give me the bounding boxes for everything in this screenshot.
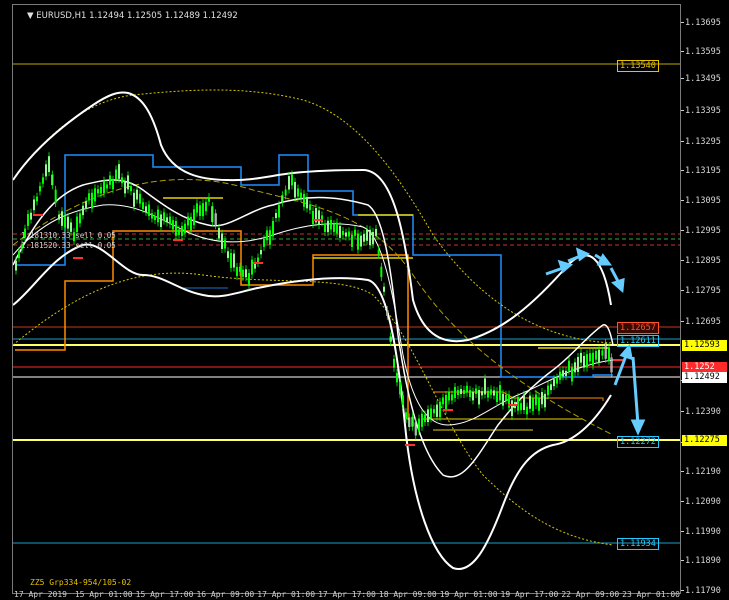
price-axis-tick — [681, 110, 684, 111]
price-axis-label: 1.13695 — [685, 18, 721, 28]
price-axis-label: 1.11890 — [685, 556, 721, 566]
price-axis-label: 1.12390 — [685, 407, 721, 417]
indicator-footer-note: ZZ5 Grp334-954/105-02 — [30, 578, 132, 587]
time-axis-label: 17 Apr 01:00 — [257, 590, 316, 599]
price-axis-tick — [681, 22, 684, 23]
level-tag-112657: 1.12657 — [617, 322, 659, 334]
price-axis-label: 1.13095 — [685, 196, 721, 206]
price-axis[interactable]: 1.13695 1.13595 1.13495 1.13395 1.13295 1.131… — [681, 4, 729, 596]
time-axis-label: 19 Apr 17:00 — [500, 590, 559, 599]
ohlc-values: 1.12494 1.12505 1.12489 1.12492 — [89, 11, 238, 21]
time-axis-label: 15 Apr 01:00 — [74, 590, 133, 599]
price-axis-label: 1.12795 — [685, 286, 721, 296]
price-axis-tick — [681, 141, 684, 142]
price-axis-label: 1.12695 — [685, 317, 721, 327]
order-note-1: 1.181310.33 sell 0.05 — [21, 231, 116, 240]
time-axis-label: 17 Apr 2019 — [14, 590, 67, 599]
chart-header: ▼ EURUSD,H1 1.12494 1.12505 1.12489 1.12… — [27, 11, 238, 21]
price-axis-tick — [681, 290, 684, 291]
price-tag: 1.12275 — [682, 435, 727, 446]
price-axis-label: 1.12895 — [685, 256, 721, 266]
price-axis-tick — [681, 321, 684, 322]
time-axis-label: 23 Apr 01:00 — [622, 590, 680, 599]
level-tag-112272: 1.12272 — [617, 436, 659, 448]
price-axis-tick — [681, 471, 684, 472]
chart-area[interactable]: ▼ EURUSD,H1 1.12494 1.12505 1.12489 1.12… — [12, 4, 681, 594]
time-axis-label: 18 Apr 09:00 — [378, 590, 437, 599]
price-axis-label: 1.13495 — [685, 74, 721, 84]
time-axis-label: 16 Apr 09:00 — [196, 590, 255, 599]
time-axis-label: 15 Apr 17:00 — [135, 590, 194, 599]
time-axis-label: 19 Apr 01:00 — [439, 590, 498, 599]
price-axis-tick — [681, 170, 684, 171]
symbol-label: EURUSD,H1 — [36, 11, 87, 21]
price-axis-label: 1.13595 — [685, 47, 721, 57]
time-axis-label: 17 Apr 17:00 — [318, 590, 376, 599]
chart-canvas[interactable] — [13, 5, 681, 594]
orange-channel — [15, 230, 409, 420]
price-tag: 1.12492 — [682, 372, 727, 383]
level-tag-113540: 1.13540 — [617, 60, 659, 72]
price-axis-tick — [681, 590, 684, 591]
price-axis-label: 1.12190 — [685, 467, 721, 477]
price-axis-tick — [681, 78, 684, 79]
price-axis-tick — [681, 560, 684, 561]
price-axis-tick — [681, 501, 684, 502]
price-axis-label: 1.12995 — [685, 226, 721, 236]
time-axis-label: 22 Apr 09:00 — [561, 590, 620, 599]
price-axis-label: 1.13395 — [685, 106, 721, 116]
level-tag-111934: 1.11934 — [617, 538, 659, 550]
price-axis-tick — [681, 230, 684, 231]
price-axis-label: 1.11790 — [685, 586, 721, 596]
price-axis-tick — [681, 51, 684, 52]
time-axis: 17 Apr 2019 15 Apr 01:00 15 Apr 17:00 16 Ap… — [12, 590, 681, 600]
price-tag: 1.12593 — [682, 340, 727, 351]
candlestick-series — [15, 152, 623, 446]
price-axis-tick — [681, 260, 684, 261]
price-axis-label: 1.13295 — [685, 137, 721, 147]
order-note-2: 1.181520.33 sell 0.05 — [21, 241, 116, 250]
level-tag-112611: 1.12611 — [617, 335, 659, 347]
price-axis-tick — [681, 411, 684, 412]
price-axis-tick — [681, 531, 684, 532]
price-axis-label: 1.12090 — [685, 497, 721, 507]
price-axis-label: 1.13195 — [685, 166, 721, 176]
price-axis-tick — [681, 200, 684, 201]
price-axis-label: 1.11990 — [685, 527, 721, 537]
collapse-arrow-icon[interactable]: ▼ — [27, 11, 34, 21]
